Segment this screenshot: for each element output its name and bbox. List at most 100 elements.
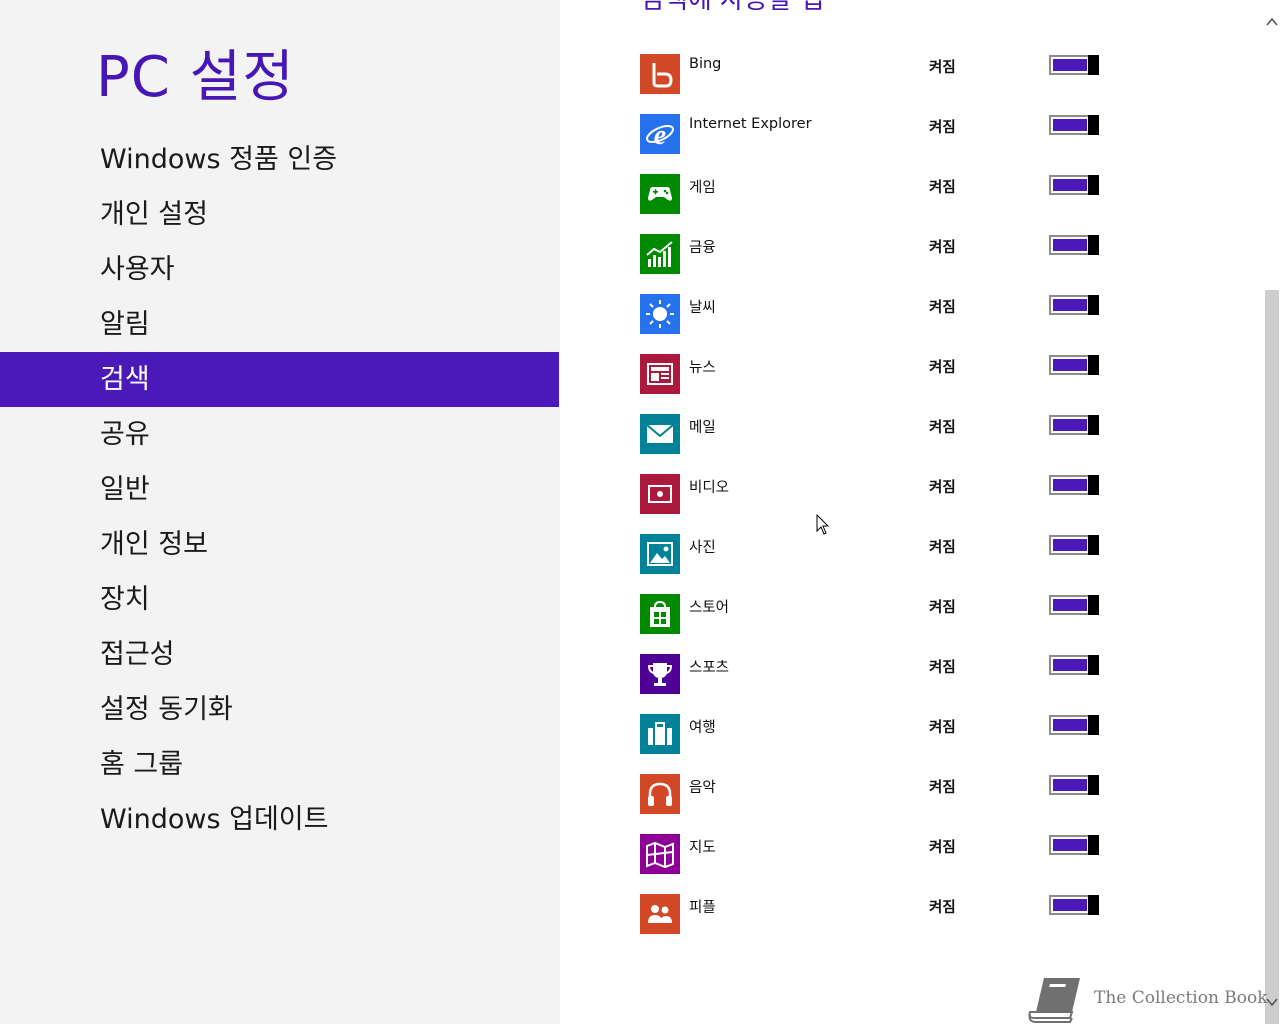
app-state-label: 켜짐 (929, 420, 956, 436)
app-name: 금융 (689, 240, 716, 256)
nav-search[interactable]: 검색 (0, 352, 559, 407)
toggle-thumb (1088, 655, 1099, 675)
travel-suitcase-icon (648, 722, 672, 745)
people-icon (648, 905, 672, 923)
nav-ease-of-access[interactable]: 접근성 (0, 627, 559, 682)
search-apps-list: Bing 켜짐 e Internet Explorer 켜짐 게임 켜짐 금융 켜짐 날씨 켜짐 뉴스… (640, 54, 1240, 954)
app-tile (640, 294, 680, 334)
toggle-thumb (1088, 355, 1099, 375)
app-row: 뉴스 켜짐 (640, 354, 1240, 414)
app-row: 피플 켜짐 (640, 894, 1240, 954)
app-tile (640, 894, 680, 934)
toggle-thumb (1088, 415, 1099, 435)
nav-homegroup[interactable]: 홈 그룹 (0, 737, 559, 792)
app-toggle-switch[interactable] (1049, 355, 1099, 375)
app-name: 여행 (689, 720, 716, 736)
app-state-label: 켜짐 (929, 300, 956, 316)
app-row: 지도 켜짐 (640, 834, 1240, 894)
vertical-scrollbar[interactable] (1264, 0, 1280, 1024)
nav-general[interactable]: 일반 (0, 462, 559, 517)
sidebar-nav: Windows 정품 인증 개인 설정 사용자 알림 검색 공유 일반 개인 정보 장치 접근성 설… (0, 132, 559, 847)
chevron-up-icon (1266, 17, 1278, 26)
internet-explorer-icon: e (646, 120, 674, 149)
app-toggle-switch[interactable] (1049, 595, 1099, 615)
watermark-text: The Collection Book (1094, 988, 1268, 1008)
nav-privacy[interactable]: 개인 정보 (0, 517, 559, 572)
app-tile (640, 594, 680, 634)
app-toggle-switch[interactable] (1049, 715, 1099, 735)
app-name: 게임 (689, 180, 716, 196)
app-state-label: 켜짐 (929, 600, 956, 616)
scroll-up-button[interactable] (1264, 12, 1280, 32)
nav-personalize[interactable]: 개인 설정 (0, 187, 559, 242)
app-state-label: 켜짐 (929, 480, 956, 496)
app-name: Internet Explorer (689, 116, 812, 132)
app-tile (640, 774, 680, 814)
toggle-thumb (1088, 235, 1099, 255)
mail-icon (646, 424, 674, 443)
app-row: 날씨 켜짐 (640, 294, 1240, 354)
app-toggle-switch[interactable] (1049, 895, 1099, 915)
app-toggle-switch[interactable] (1049, 835, 1099, 855)
app-name: 날씨 (689, 300, 716, 316)
toggle-fill (1053, 119, 1087, 131)
nav-users[interactable]: 사용자 (0, 242, 559, 297)
toggle-thumb (1088, 115, 1099, 135)
app-toggle-switch[interactable] (1049, 235, 1099, 255)
app-toggle-switch[interactable] (1049, 55, 1099, 75)
book-icon (1028, 978, 1080, 1023)
weather-sun-icon (646, 300, 674, 328)
app-toggle-switch[interactable] (1049, 655, 1099, 675)
watermark: The Collection Book (1026, 974, 1268, 1024)
toggle-thumb (1088, 55, 1099, 75)
toggle-thumb (1088, 835, 1099, 855)
app-row: 사진 켜짐 (640, 534, 1240, 594)
nav-windows-update[interactable]: Windows 업데이트 (0, 792, 559, 847)
nav-sync-settings[interactable]: 설정 동기화 (0, 682, 559, 737)
app-state-label: 켜짐 (929, 900, 956, 916)
toggle-thumb (1088, 175, 1099, 195)
toggle-thumb (1088, 595, 1099, 615)
toggle-fill (1053, 599, 1087, 611)
app-toggle-switch[interactable] (1049, 415, 1099, 435)
app-row: e Internet Explorer 켜짐 (640, 114, 1240, 174)
photos-icon (647, 542, 673, 566)
app-row: 스포츠 켜짐 (640, 654, 1240, 714)
app-name: 메일 (689, 420, 716, 436)
toggle-fill (1053, 839, 1087, 851)
app-state-label: 켜짐 (929, 240, 956, 256)
app-tile (640, 354, 680, 394)
page-title: PC 설정 (96, 45, 295, 110)
app-tile (640, 534, 680, 574)
app-tile (640, 54, 680, 94)
app-toggle-switch[interactable] (1049, 475, 1099, 495)
nav-notifications[interactable]: 알림 (0, 297, 559, 352)
app-toggle-switch[interactable] (1049, 295, 1099, 315)
app-name: 지도 (689, 840, 716, 856)
toggle-fill (1053, 479, 1087, 491)
nav-devices[interactable]: 장치 (0, 572, 559, 627)
scroll-track[interactable] (1264, 34, 1280, 1024)
app-row: 메일 켜짐 (640, 414, 1240, 474)
sports-trophy-icon (647, 663, 673, 686)
app-tile (640, 414, 680, 454)
toggle-fill (1053, 659, 1087, 671)
nav-windows-activation[interactable]: Windows 정품 인증 (0, 132, 559, 187)
mouse-cursor-icon (816, 514, 830, 535)
app-toggle-switch[interactable] (1049, 115, 1099, 135)
app-name: 피플 (689, 900, 716, 916)
bing-icon (652, 63, 673, 88)
scroll-thumb[interactable] (1265, 290, 1279, 1024)
app-name: 스포츠 (689, 660, 730, 676)
maps-icon (646, 841, 674, 869)
finance-chart-icon (646, 241, 673, 267)
app-toggle-switch[interactable] (1049, 535, 1099, 555)
app-tile (640, 174, 680, 214)
nav-share[interactable]: 공유 (0, 407, 559, 462)
toggle-thumb (1088, 715, 1099, 735)
app-name: Bing (689, 56, 722, 72)
app-row: 금융 켜짐 (640, 234, 1240, 294)
app-toggle-switch[interactable] (1049, 775, 1099, 795)
app-state-label: 켜짐 (929, 540, 956, 556)
app-toggle-switch[interactable] (1049, 175, 1099, 195)
